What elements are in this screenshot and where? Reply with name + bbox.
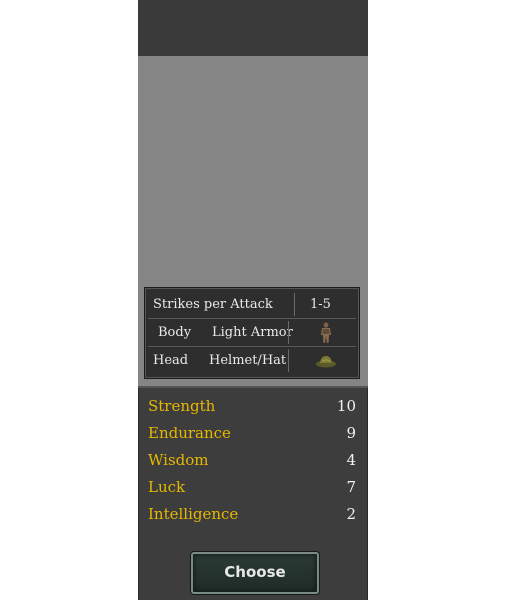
head-label: Head	[153, 353, 189, 368]
strikes-value: 1-5	[310, 297, 331, 312]
top-bar	[138, 0, 368, 56]
body-value: Light Armor	[212, 325, 293, 340]
stat-name: Wisdom	[148, 451, 209, 469]
stat-value: 7	[346, 478, 356, 496]
stat-row-endurance: Endurance 9	[148, 421, 358, 445]
stat-row-luck: Luck 7	[148, 475, 358, 499]
choose-button[interactable]: Choose	[191, 552, 319, 594]
divider	[288, 321, 289, 344]
divider	[294, 293, 295, 316]
stats-list: Strength 10 Endurance 9 Wisdom 4 Luck 7 …	[138, 386, 368, 538]
divider	[288, 349, 289, 372]
stat-name: Endurance	[148, 424, 231, 442]
helmet-icon	[296, 348, 355, 373]
body-row: Body Light Armor	[148, 319, 356, 347]
stat-row-intelligence: Intelligence 2	[148, 502, 358, 526]
strikes-label: Strikes per Attack	[153, 297, 273, 312]
head-value: Helmet/Hat	[209, 353, 287, 368]
stat-row-strength: Strength 10	[148, 394, 358, 418]
head-row: Head Helmet/Hat	[148, 347, 356, 374]
body-label: Body	[158, 325, 192, 340]
stat-value: 2	[346, 505, 356, 523]
stat-name: Intelligence	[148, 505, 239, 523]
stat-value: 9	[346, 424, 356, 442]
stat-value: 4	[346, 451, 356, 469]
stat-row-wisdom: Wisdom 4	[148, 448, 358, 472]
light-armor-icon	[296, 320, 355, 345]
stat-name: Luck	[148, 478, 186, 496]
stat-name: Strength	[148, 397, 216, 415]
equipment-info-table: Strikes per Attack 1-5 Body Light Armor …	[144, 287, 360, 379]
stat-value: 10	[336, 397, 356, 415]
character-select-panel: Strikes per Attack 1-5 Body Light Armor …	[138, 0, 368, 600]
strikes-row: Strikes per Attack 1-5	[148, 291, 356, 319]
